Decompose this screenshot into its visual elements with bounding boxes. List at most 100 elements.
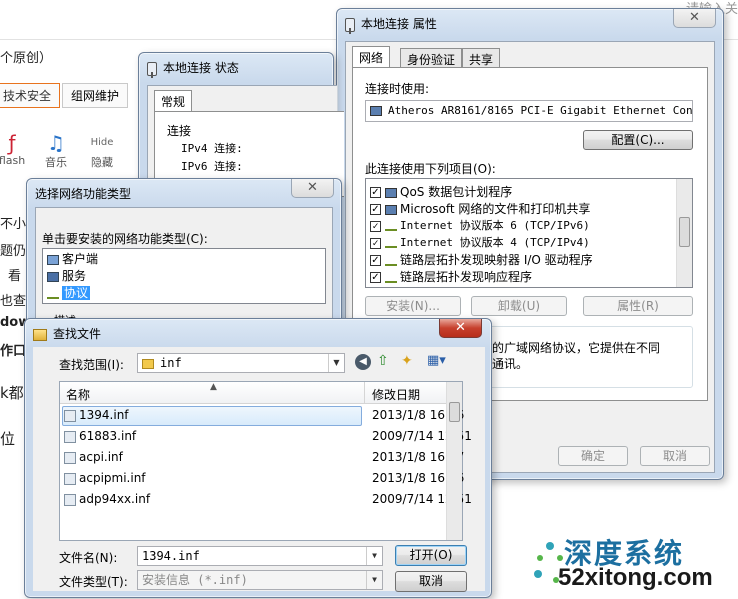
- file-row[interactable]: acpipmi.inf 2013/1/8 16:56: [64, 471, 464, 488]
- list-item-client[interactable]: 客户端: [47, 250, 98, 267]
- file-name: 61883.inf: [79, 429, 137, 443]
- chevron-down-icon[interactable]: ▼: [366, 547, 382, 565]
- list-item[interactable]: ✓ QoS 数据包计划程序: [366, 183, 512, 200]
- inf-file-icon: [64, 472, 76, 485]
- tab-label: 常规: [161, 95, 186, 109]
- components-list[interactable]: ✓ QoS 数据包计划程序 ✓ Microsoft 网络的文件和打印机共享 ✓ Int…: [365, 178, 693, 288]
- bg-tab-tech-security[interactable]: 技术安全: [0, 83, 61, 108]
- item-label: 链路层拓扑发现映射器 I/O 驱动程序: [400, 253, 593, 267]
- close-button[interactable]: ✕: [291, 179, 334, 198]
- inf-file-icon: [64, 409, 76, 422]
- title-text: 选择网络功能类型: [35, 187, 132, 201]
- look-in-combo[interactable]: inf ▼: [137, 353, 345, 373]
- ok-button[interactable]: 确定: [558, 446, 628, 466]
- window-title: 本地连接 属性: [345, 15, 663, 35]
- new-folder-icon[interactable]: ✦: [401, 353, 413, 369]
- chevron-down-icon[interactable]: ▼: [328, 354, 344, 372]
- file-row[interactable]: adp94xx.inf 2009/7/14 12:51: [64, 492, 472, 509]
- protocol-icon: [385, 256, 397, 266]
- list-item-service[interactable]: 服务: [47, 267, 86, 284]
- adapter-name: Atheros AR8161/8165 PCI-E Gigabit Ethern…: [388, 104, 693, 117]
- music-icon[interactable]: ♫ 音乐: [36, 132, 76, 170]
- ipv6-label: IPv6 连接:: [181, 160, 243, 173]
- bg-text: 位: [0, 430, 16, 448]
- item-label: 客户端: [62, 252, 99, 266]
- button-label: 取消: [662, 449, 687, 463]
- adapter-field: Atheros AR8161/8165 PCI-E Gigabit Ethern…: [365, 100, 693, 122]
- filename-value: 1394.inf: [142, 549, 200, 563]
- view-menu-icon[interactable]: ▦▾: [427, 353, 446, 368]
- file-row[interactable]: acpi.inf 2013/1/8 16:57: [64, 450, 464, 467]
- file-list-scrollbar[interactable]: [446, 382, 462, 540]
- checkbox-checked[interactable]: ✓: [370, 272, 381, 283]
- checkbox-checked[interactable]: ✓: [370, 237, 381, 249]
- column-header-name[interactable]: 名称: [66, 386, 90, 403]
- chevron-down-icon[interactable]: ▼: [366, 571, 382, 589]
- service-icon: [385, 187, 397, 198]
- properties-button[interactable]: 属性(R): [583, 296, 693, 316]
- install-button[interactable]: 安装(N)...: [365, 296, 461, 316]
- find-file-window: 查找文件 ✕ 查找范围(I): inf ▼ ◀ ⇧ ✦ ▦▾ 名称 ▲ 修改日期…: [24, 318, 492, 598]
- open-button[interactable]: 打开(O): [395, 545, 467, 566]
- bg-fragment: 个原创）: [0, 51, 53, 66]
- cancel-button[interactable]: 取消: [395, 571, 467, 592]
- inf-file-icon: [64, 430, 76, 443]
- list-scrollbar[interactable]: [676, 179, 692, 287]
- configure-button[interactable]: 配置(C)...: [583, 130, 693, 150]
- tab-network[interactable]: 网络: [352, 46, 391, 68]
- bg-tab-network[interactable]: 组网维护: [62, 83, 129, 108]
- file-row[interactable]: 61883.inf 2009/7/14 12:51: [64, 429, 472, 446]
- button-label: 确定: [580, 449, 605, 463]
- item-label: 链路层拓扑发现响应程序: [400, 270, 533, 284]
- item-label: Internet 协议版本 4 (TCP/IPv4): [400, 236, 590, 249]
- tab-general[interactable]: 常规: [154, 90, 193, 112]
- list-item-protocol[interactable]: 协议: [47, 284, 91, 301]
- button-label: 打开(O): [409, 548, 453, 562]
- back-icon[interactable]: ◀: [355, 354, 371, 370]
- list-item[interactable]: ✓ 链路层拓扑发现响应程序: [366, 268, 532, 285]
- checkbox-checked[interactable]: ✓: [370, 220, 381, 232]
- select-client-area: 单击要安装的网络功能类型(C): 客户端 服务 协议 描述: [35, 207, 333, 329]
- scrollbar-thumb[interactable]: [679, 217, 690, 247]
- column-divider: [364, 382, 365, 404]
- item-label: Microsoft 网络的文件和打印机共享: [400, 202, 591, 216]
- find-client-area: 查找范围(I): inf ▼ ◀ ⇧ ✦ ▦▾ 名称 ▲ 修改日期 1394.i…: [33, 347, 485, 592]
- close-button[interactable]: ✕: [673, 9, 716, 28]
- list-item[interactable]: ✓ Microsoft 网络的文件和打印机共享: [366, 200, 590, 217]
- button-label: 配置(C)...: [611, 133, 665, 147]
- button-label: 取消: [418, 574, 443, 588]
- cancel-button[interactable]: 取消: [640, 446, 710, 466]
- up-folder-icon[interactable]: ⇧: [377, 353, 389, 369]
- flash-icon[interactable]: ƒ flash: [0, 132, 32, 167]
- title-text: 本地连接 状态: [163, 61, 239, 75]
- filename-label: 文件名(N):: [59, 551, 118, 565]
- list-item[interactable]: ✓ Internet 协议版本 6 (TCP/IPv6): [366, 217, 590, 234]
- hide-icon[interactable]: Hide 隐藏: [82, 132, 122, 170]
- tab-label: 网络: [359, 51, 384, 65]
- protocol-icon: [385, 238, 397, 248]
- item-label: QoS 数据包计划程序: [400, 185, 513, 199]
- select-feature-type-window: 选择网络功能类型 ✕ 单击要安装的网络功能类型(C): 客户端 服务 协议 描述: [26, 178, 342, 329]
- checkbox-checked[interactable]: ✓: [370, 187, 381, 198]
- filetype-combo[interactable]: 安装信息 (*.inf) ▼: [137, 570, 383, 590]
- column-header-date[interactable]: 修改日期: [372, 386, 420, 403]
- title-text: 查找文件: [53, 327, 102, 341]
- protocol-icon: [385, 221, 397, 231]
- button-label: 属性(R): [617, 299, 659, 313]
- scrollbar-thumb[interactable]: [449, 402, 460, 422]
- list-item[interactable]: ✓ Internet 协议版本 4 (TCP/IPv4): [366, 234, 590, 251]
- filename-input[interactable]: 1394.inf ▼: [137, 546, 383, 566]
- feature-prompt: 单击要安装的网络功能类型(C):: [42, 232, 208, 246]
- description-text: 通讯。: [492, 357, 529, 371]
- close-button[interactable]: ✕: [439, 319, 482, 338]
- file-list[interactable]: 名称 ▲ 修改日期 1394.inf 2013/1/8 16:56 61883.i…: [59, 381, 472, 541]
- checkbox-checked[interactable]: ✓: [370, 204, 381, 215]
- service-icon: [47, 271, 59, 282]
- file-row[interactable]: 1394.inf 2013/1/8 16:56: [64, 408, 464, 425]
- checkbox-checked[interactable]: ✓: [370, 255, 381, 266]
- connect-using-label: 连接时使用:: [365, 82, 430, 96]
- bg-text: 看: [8, 269, 22, 284]
- uninstall-button[interactable]: 卸载(U): [471, 296, 567, 316]
- list-item[interactable]: ✓ 链路层拓扑发现映射器 I/O 驱动程序: [366, 251, 593, 268]
- feature-type-list[interactable]: 客户端 服务 协议: [42, 248, 326, 304]
